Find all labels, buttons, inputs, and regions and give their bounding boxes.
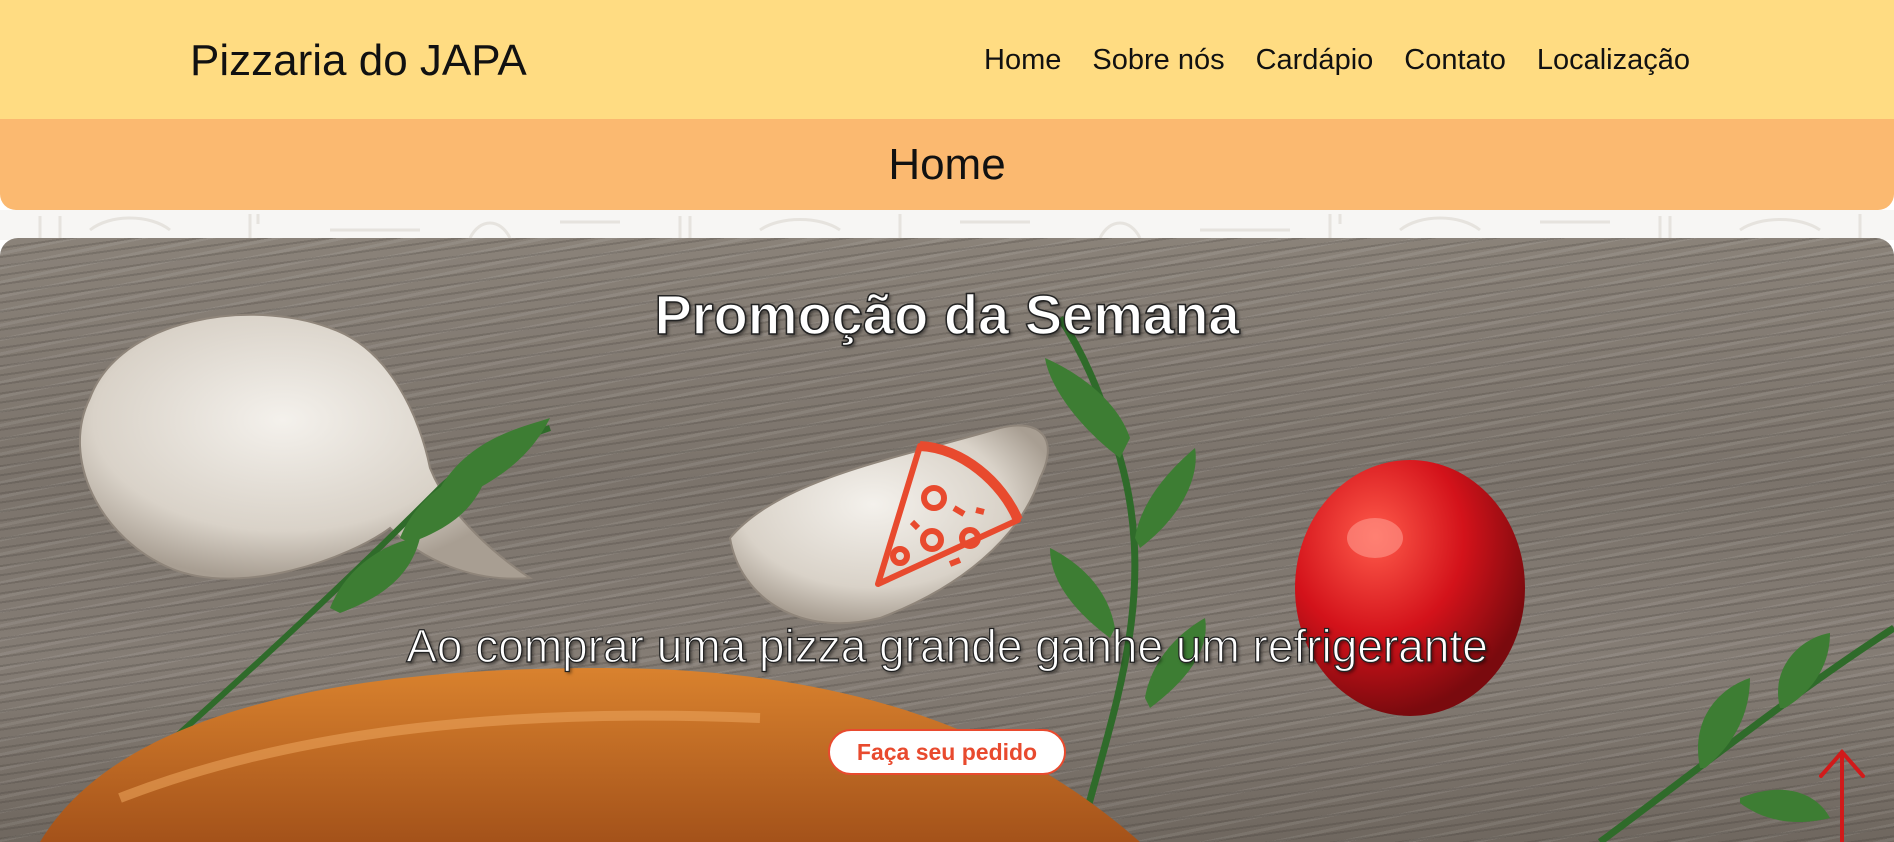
top-navbar: Pizzaria do JAPA Home Sobre nós Cardápio… <box>0 0 1894 120</box>
order-button[interactable]: Faça seu pedido <box>828 729 1066 775</box>
nav-cardapio[interactable]: Cardápio <box>1256 44 1374 77</box>
main-nav: Home Sobre nós Cardápio Contato Localiza… <box>984 44 1690 77</box>
nav-home[interactable]: Home <box>984 44 1061 77</box>
utensils-pattern <box>38 214 1862 239</box>
promo-title: Promoção da Semana <box>654 282 1241 347</box>
decorative-pattern-strip <box>0 210 1894 240</box>
pizza-slice-icon <box>875 441 1023 587</box>
brand-logo-text[interactable]: Pizzaria do JAPA <box>190 36 527 86</box>
promo-hero: Promoção da Semana Ao comprar uma pizza … <box>0 238 1894 842</box>
promo-description: Ao comprar uma pizza grande ganhe um ref… <box>406 619 1489 672</box>
nav-localizacao[interactable]: Localização <box>1537 44 1690 77</box>
page-title: Home <box>888 139 1006 189</box>
nav-sobre-nos[interactable]: Sobre nós <box>1092 44 1224 77</box>
arrow-up-icon[interactable] <box>1815 746 1869 842</box>
page-title-banner: Home <box>0 119 1894 210</box>
nav-contato[interactable]: Contato <box>1404 44 1506 77</box>
